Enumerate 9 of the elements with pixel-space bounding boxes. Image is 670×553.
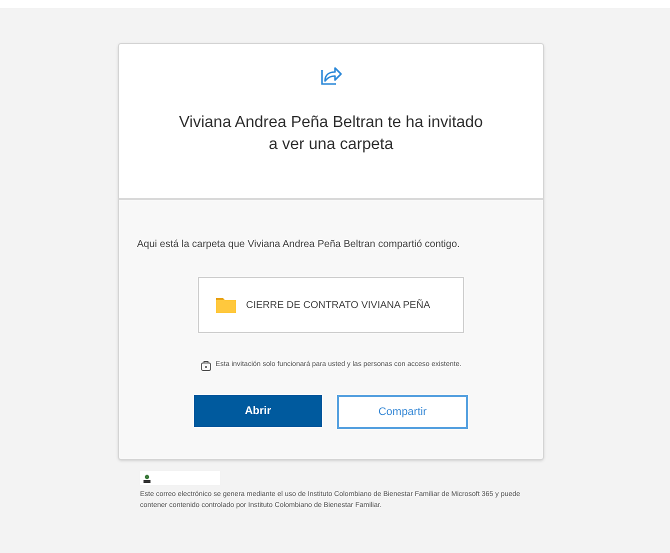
invitation-title: Viviana Andrea Peña Beltran te ha invitado a ver una carpeta <box>178 113 484 155</box>
share-icon <box>320 64 342 86</box>
share-button[interactable]: Compartir <box>337 395 468 429</box>
folder-icon <box>216 297 236 313</box>
lock-icon <box>200 360 211 371</box>
message-text: Aqui está la carpeta que Viviana Andrea Peña Beltran compartió contigo. <box>137 238 460 252</box>
folder-link[interactable]: CIERRE DE CONTRATO VIVIANA PEÑA <box>198 277 464 333</box>
open-button[interactable]: Abrir <box>194 395 322 427</box>
person-icon <box>143 474 151 482</box>
